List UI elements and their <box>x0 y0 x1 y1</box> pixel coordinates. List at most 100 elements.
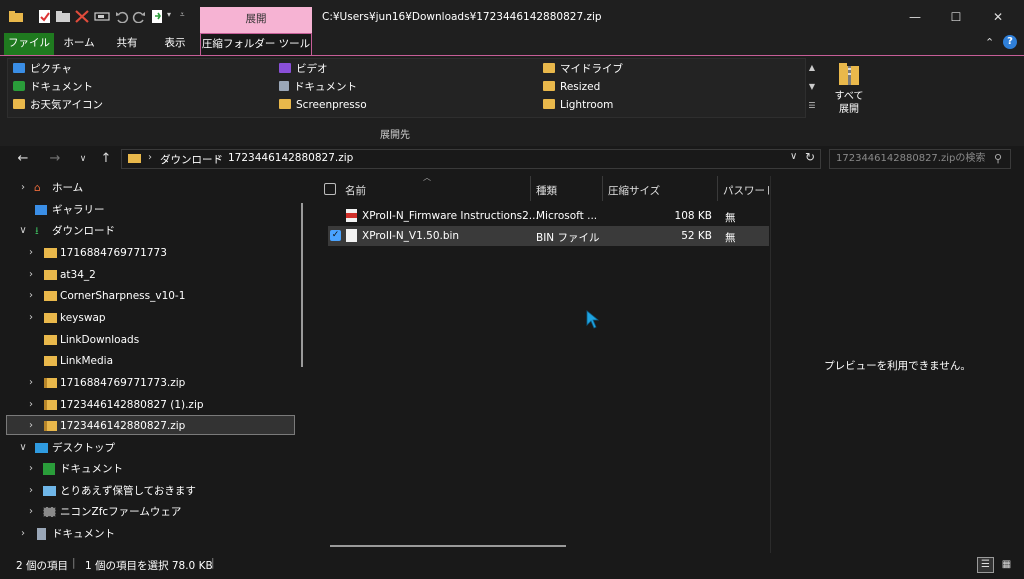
collapse-ribbon-icon[interactable]: ⌃ <box>985 36 994 49</box>
chevron-right-icon[interactable]: › <box>18 178 28 198</box>
sort-ascending-icon: ︿ <box>423 173 431 182</box>
up-button[interactable]: ↑ <box>97 150 115 168</box>
chevron-right-icon[interactable]: › <box>18 524 28 544</box>
status-selection: 1 個の項目を選択 78.0 KB <box>85 560 213 572</box>
column-separator[interactable] <box>530 176 531 201</box>
breadcrumb-downloads[interactable]: ダウンロード <box>160 152 223 167</box>
row-checkbox[interactable]: ✓ <box>330 230 341 241</box>
gallery-item-documents-2[interactable]: ドキュメント <box>279 79 357 95</box>
back-button[interactable]: ← <box>14 150 32 168</box>
tab-compressed-folder-tools[interactable]: 圧縮フォルダー ツール <box>200 33 312 55</box>
customize-icon[interactable]: ⩡ <box>180 10 185 20</box>
minimize-button[interactable]: — <box>895 5 935 29</box>
home-icon: ⌂ <box>34 182 41 194</box>
folder-icon <box>44 291 57 301</box>
details-view-icon[interactable]: ☰ <box>977 557 994 573</box>
gallery-item-pictures[interactable]: ピクチャ <box>13 61 72 77</box>
folder-icon[interactable] <box>9 10 23 23</box>
nav-pane-scrollbar[interactable] <box>301 203 303 367</box>
column-header-size[interactable]: 圧縮サイズ <box>608 183 660 198</box>
undo-icon[interactable] <box>115 10 129 24</box>
gallery-scroll-up-icon[interactable]: ▲ <box>805 58 819 77</box>
column-separator[interactable] <box>717 176 718 201</box>
delete-icon[interactable] <box>75 10 89 23</box>
rename-icon[interactable] <box>94 10 110 23</box>
column-header-password[interactable]: パスワード保 <box>723 183 769 198</box>
address-dropdown-icon[interactable]: ∨ <box>790 151 797 162</box>
extract-destination-gallery: ピクチャ ドキュメント お天気アイコン ビデオ ドキュメント Screenpre… <box>7 58 806 118</box>
recent-locations-button[interactable]: ∨ <box>74 150 92 168</box>
chevron-right-icon[interactable]: › <box>26 265 36 285</box>
chevron-right-icon[interactable]: › <box>26 243 36 263</box>
gallery-item-weather-icons[interactable]: お天気アイコン <box>13 97 103 113</box>
column-header-type[interactable]: 種類 <box>536 183 557 198</box>
new-item-icon[interactable] <box>151 10 165 23</box>
chevron-down-icon[interactable]: ▾ <box>167 10 171 19</box>
file-list-horizontal-scrollbar[interactable] <box>330 545 566 547</box>
folder-icon <box>279 99 291 109</box>
folder-icon <box>543 99 555 109</box>
preview-message: プレビューを利用できません。 <box>824 360 971 372</box>
gallery-scroll[interactable]: ▲ ▼ ☰ <box>805 58 819 116</box>
chevron-right-icon[interactable]: › <box>26 416 36 436</box>
file-row[interactable]: XProII-N_Firmware Instructions2... Micro… <box>328 206 769 226</box>
file-row-selected[interactable]: ✓ XProII-N_V1.50.bin BIN ファイル 52 KB 無 <box>328 226 769 246</box>
breadcrumb-separator-icon: › <box>217 152 221 163</box>
zip-folder-icon <box>44 400 57 410</box>
properties-icon[interactable] <box>38 10 52 23</box>
chevron-right-icon[interactable]: › <box>26 481 36 501</box>
file-password: 無 <box>725 232 736 244</box>
new-folder-icon[interactable] <box>56 10 70 23</box>
address-bar[interactable]: › ダウンロード › 1723446142880827.zip ∨ ↻ <box>121 149 821 169</box>
gallery-more-icon[interactable]: ☰ <box>805 96 819 115</box>
gallery-item-screenpresso[interactable]: Screenpresso <box>279 97 367 113</box>
download-icon: ⭳ <box>35 225 39 237</box>
chevron-down-icon[interactable]: ∨ <box>18 438 28 458</box>
chevron-right-icon[interactable]: › <box>26 373 36 393</box>
file-name: XProII-N_V1.50.bin <box>362 230 460 242</box>
search-input[interactable]: 1723446142880827.zipの検索 ⚲ <box>829 149 1011 169</box>
refresh-icon[interactable]: ↻ <box>805 150 815 164</box>
breadcrumb-zip[interactable]: 1723446142880827.zip <box>228 152 353 164</box>
tab-file[interactable]: ファイル <box>4 33 54 55</box>
gallery-scroll-down-icon[interactable]: ▼ <box>805 77 819 96</box>
folder-icon <box>543 63 555 73</box>
chevron-right-icon[interactable]: › <box>26 308 36 328</box>
chevron-down-icon[interactable]: ∨ <box>18 221 28 241</box>
tab-share[interactable]: 共有 <box>112 33 142 55</box>
close-button[interactable]: ✕ <box>978 5 1018 29</box>
gallery-item-resized[interactable]: Resized <box>543 79 600 95</box>
status-separator: | <box>211 557 215 569</box>
tab-home[interactable]: ホーム <box>62 33 96 55</box>
forward-button[interactable]: → <box>46 150 64 168</box>
gallery-item-documents[interactable]: ドキュメント <box>13 79 93 95</box>
folder-icon <box>44 270 57 280</box>
select-all-checkbox[interactable] <box>324 183 336 195</box>
gallery-icon <box>35 205 47 215</box>
column-header-name[interactable]: 名前 <box>345 183 366 198</box>
file-name: XProII-N_Firmware Instructions2... <box>362 210 539 222</box>
column-separator[interactable] <box>602 176 603 201</box>
tab-view[interactable]: 表示 <box>160 33 190 55</box>
search-icon: ⚲ <box>993 152 1002 165</box>
maximize-button[interactable]: ☐ <box>936 5 976 29</box>
gallery-item-videos[interactable]: ビデオ <box>279 61 328 77</box>
help-icon[interactable]: ? <box>1003 35 1017 49</box>
redo-icon[interactable] <box>132 10 146 24</box>
image-folder-icon <box>43 486 56 496</box>
folder-icon <box>44 356 57 366</box>
chevron-right-icon[interactable]: › <box>26 395 36 415</box>
title-bar: ▾ ⩡ 展開 C:¥Users¥jun16¥Downloads¥17234461… <box>0 0 1024 33</box>
large-icons-view-icon[interactable]: ▦ <box>998 557 1015 573</box>
gallery-item-my-drive[interactable]: マイドライブ <box>543 61 623 77</box>
chevron-right-icon[interactable]: › <box>26 459 36 479</box>
documents-icon <box>43 463 55 475</box>
window-title-path: C:¥Users¥jun16¥Downloads¥172344614288082… <box>322 11 602 23</box>
chevron-right-icon[interactable]: › <box>26 286 36 306</box>
gallery-item-lightroom[interactable]: Lightroom <box>543 97 613 113</box>
file-password: 無 <box>725 212 736 224</box>
chevron-right-icon[interactable]: › <box>26 502 36 522</box>
expand-all-button[interactable]: すべて 展開 <box>830 60 868 122</box>
file-icon <box>346 229 357 242</box>
documents-file-icon <box>279 81 289 91</box>
